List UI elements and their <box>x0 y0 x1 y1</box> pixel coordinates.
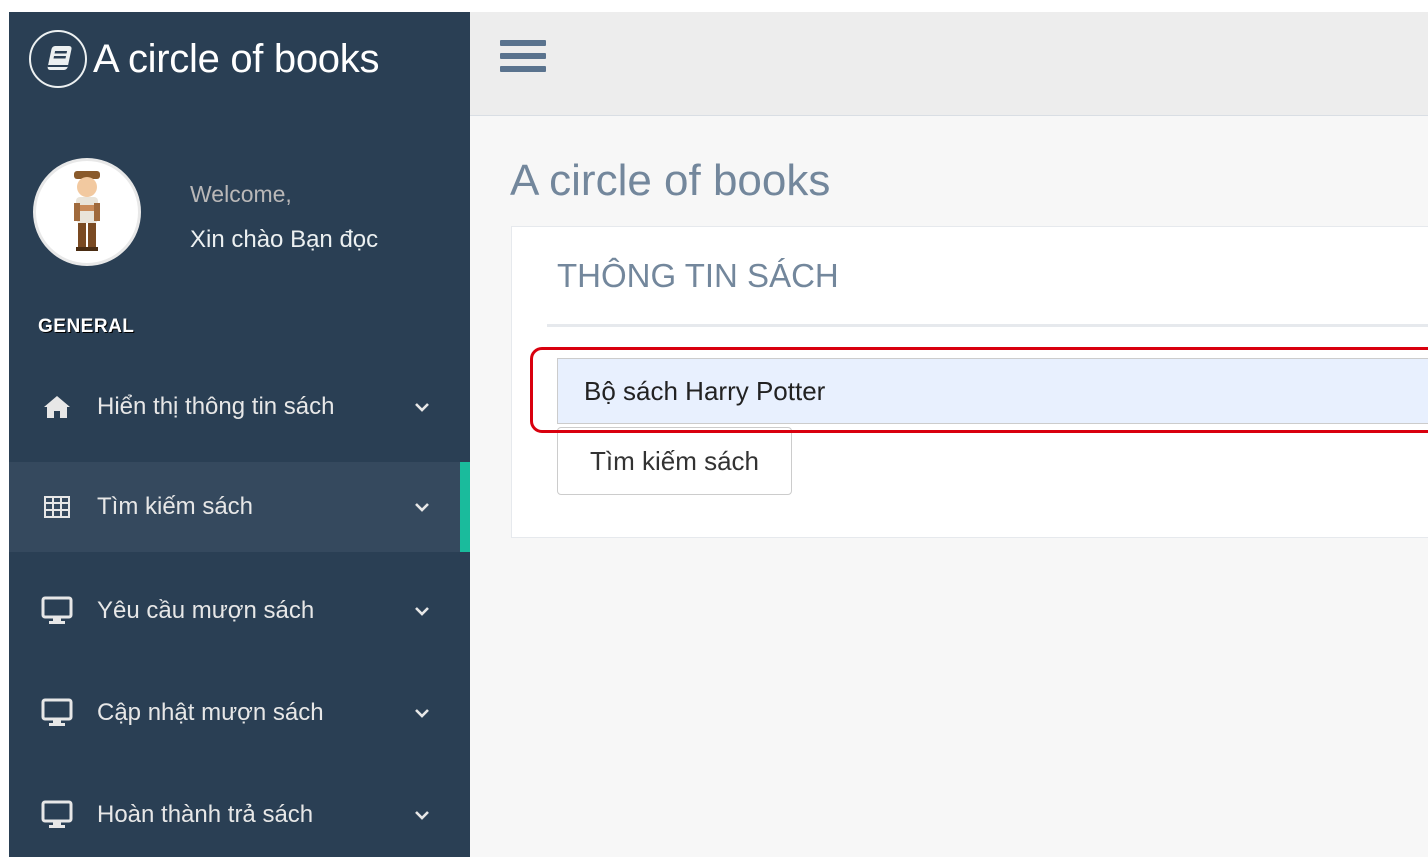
panel-divider <box>547 324 1428 327</box>
sidebar: A circle of books Welcome, Xin chào Bạn … <box>9 12 470 857</box>
chevron-down-icon <box>411 496 433 518</box>
book-info-panel: THÔNG TIN SÁCH Tìm kiếm sách <box>511 226 1428 538</box>
brand[interactable]: A circle of books <box>29 26 379 92</box>
desktop-icon <box>37 696 77 730</box>
sidebar-item-search-books[interactable]: Tìm kiếm sách <box>9 462 470 552</box>
brand-title: A circle of books <box>93 36 380 81</box>
table-icon <box>37 490 77 524</box>
avatar <box>33 158 141 266</box>
sidebar-item-update-borrow[interactable]: Cập nhật mượn sách <box>9 668 470 758</box>
sidebar-item-label: Yêu cầu mượn sách <box>97 597 315 624</box>
book-icon <box>29 30 87 88</box>
book-search-input[interactable] <box>557 358 1428 424</box>
chevron-down-icon <box>411 702 433 724</box>
desktop-icon <box>37 594 77 628</box>
sidebar-item-book-info[interactable]: Hiển thị thông tin sách <box>9 362 470 452</box>
chevron-down-icon <box>411 396 433 418</box>
chevron-down-icon <box>411 600 433 622</box>
page-title: A circle of books <box>510 156 831 205</box>
desktop-icon <box>37 798 77 832</box>
search-books-button[interactable]: Tìm kiếm sách <box>557 427 792 495</box>
home-icon <box>37 390 77 424</box>
hamburger-menu-icon[interactable] <box>500 40 546 80</box>
sidebar-item-borrow-request[interactable]: Yêu cầu mượn sách <box>9 566 470 656</box>
sidebar-item-return-books[interactable]: Hoàn thành trả sách <box>9 770 470 857</box>
sidebar-item-label: Hiển thị thông tin sách <box>97 393 335 420</box>
sidebar-item-label: Hoàn thành trả sách <box>97 801 314 828</box>
welcome-text: Welcome, <box>190 181 292 207</box>
menu-section-title: GENERAL <box>38 316 135 337</box>
chevron-down-icon <box>411 804 433 826</box>
sidebar-item-label: Tìm kiếm sách <box>97 493 254 520</box>
user-name: Xin chào Bạn đọc <box>190 226 379 253</box>
panel-title: THÔNG TIN SÁCH <box>557 257 839 294</box>
main-content: A circle of books THÔNG TIN SÁCH Tìm kiế… <box>470 116 1428 857</box>
top-navbar <box>470 12 1428 116</box>
sidebar-item-label: Cập nhật mượn sách <box>97 699 324 726</box>
